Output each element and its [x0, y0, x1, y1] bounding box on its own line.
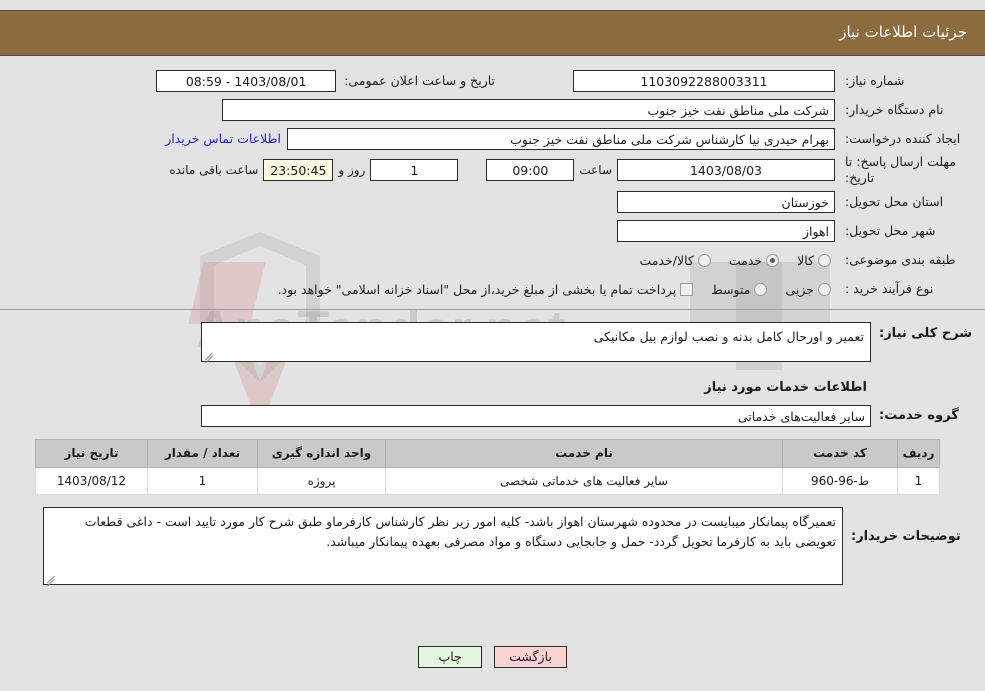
services-table-header-row: ردیف کد خدمت نام خدمت واحد اندازه گیری ت…: [35, 438, 940, 468]
cell-row-no: 1: [897, 466, 940, 495]
remaining-time-label: ساعت باقی مانده: [169, 163, 259, 178]
checkbox-islamic-treasury-bonds[interactable]: [680, 282, 694, 296]
radio-category-kala-label: کالا: [797, 252, 814, 268]
radio-category-khedmat[interactable]: [766, 253, 780, 267]
radio-category-kala-khedmat-label: کالا/خدمت: [639, 252, 694, 268]
buyer-contact-link[interactable]: اطلاعات تماس خریدار: [159, 131, 287, 146]
row-process-type: نوع فرآیند خرید : جزیی متوسط پرداخت تمام…: [0, 276, 985, 303]
row-deadline: مهلت ارسال پاسخ: تا تاریخ: ساعت روز و سا…: [0, 154, 985, 187]
cell-unit: پروژه: [257, 466, 386, 495]
announce-datetime-label: تاریخ و ساعت اعلان عمومی:: [344, 72, 495, 88]
services-table-body: 1 ط-96-960 سایر فعالیت های خدماتی شخصی پ…: [35, 466, 940, 495]
buyer-org-field[interactable]: [222, 98, 835, 121]
announce-datetime-field[interactable]: [156, 69, 337, 92]
city-label: شهر محل تحویل:: [845, 223, 936, 239]
table-row[interactable]: 1 ط-96-960 سایر فعالیت های خدماتی شخصی پ…: [35, 466, 940, 495]
radio-process-jozyi-label: جزیی: [785, 281, 814, 297]
radio-process-motevaset-label: متوسط: [711, 281, 751, 297]
print-button[interactable]: چاپ: [418, 646, 483, 668]
city-field[interactable]: [617, 220, 835, 242]
general-description-textarea[interactable]: تعمیر و اورحال کامل بدنه و نصب لوازم بیل…: [201, 321, 871, 362]
requester-label: ایجاد کننده درخواست:: [845, 130, 961, 146]
countdown-timer-field[interactable]: [263, 159, 334, 182]
province-label: استان محل تحویل:: [845, 194, 944, 210]
cell-service-name: سایر فعالیت های خدماتی شخصی: [385, 466, 783, 495]
islamic-treasury-bonds-text: پرداخت تمام یا بخشی از مبلغ خرید،از محل …: [277, 281, 677, 297]
col-row-no: ردیف: [897, 438, 940, 468]
buyer-notes-section: توضیحات خریدار: تعمیرگاه پیمانکار میبایس…: [0, 495, 985, 589]
buyer-notes-textarea[interactable]: تعمیرگاه پیمانکار میبایست در محدوده شهرس…: [43, 506, 843, 585]
row-buyer-org: نام دستگاه خریدار:: [0, 96, 985, 123]
services-section-heading: اطلاعات خدمات مورد نیاز: [704, 379, 867, 395]
radio-category-khedmat-label: خدمت: [728, 252, 763, 268]
services-table: ردیف کد خدمت نام خدمت واحد اندازه گیری ت…: [35, 438, 940, 495]
radio-category-kala[interactable]: [818, 253, 831, 267]
process-label: نوع فرآیند خرید :: [845, 281, 934, 297]
buyer-notes-label: توضیحات خریدار:: [851, 528, 961, 544]
buyer-org-label: نام دستگاه خریدار:: [845, 101, 944, 117]
row-province: استان محل تحویل:: [0, 189, 985, 216]
col-need-date: تاریخ نیاز: [35, 438, 148, 468]
details-panel-body: شماره نیاز: تاریخ و ساعت اعلان عمومی: نا…: [0, 57, 985, 589]
col-quantity: تعداد / مقدار: [147, 438, 258, 468]
need-number-label: شماره نیاز:: [845, 72, 905, 88]
details-panel: شماره نیاز: تاریخ و ساعت اعلان عمومی: نا…: [0, 57, 985, 589]
col-service-code: کد خدمت: [782, 438, 898, 468]
row-need-number: شماره نیاز: تاریخ و ساعت اعلان عمومی:: [0, 67, 985, 94]
services-table-head: ردیف کد خدمت نام خدمت واحد اندازه گیری ت…: [35, 438, 940, 468]
radio-category-kala-khedmat[interactable]: [697, 253, 711, 267]
cell-service-code: ط-96-960: [782, 466, 898, 495]
footer-button-row: بازگشت چاپ: [0, 646, 985, 668]
row-requester: ایجاد کننده درخواست: اطلاعات تماس خریدار: [0, 125, 985, 152]
service-group-field[interactable]: [201, 404, 871, 427]
remaining-days-field[interactable]: [370, 159, 459, 182]
service-group-label: گروه خدمت:: [879, 408, 959, 423]
col-service-name: نام خدمت: [385, 438, 783, 468]
page-title: جزئیات اطلاعات نیاز: [839, 23, 967, 41]
requester-field[interactable]: [287, 127, 835, 150]
category-label: طبقه بندی موضوعی:: [845, 252, 956, 268]
radio-process-jozyi[interactable]: [818, 282, 831, 296]
row-city: شهر محل تحویل:: [0, 218, 985, 245]
deadline-hour-label: ساعت: [579, 163, 612, 178]
description-label: شرح کلی نیاز:: [879, 325, 973, 341]
radio-process-motevaset[interactable]: [754, 282, 768, 296]
services-table-wrap: ردیف کد خدمت نام خدمت واحد اندازه گیری ت…: [35, 438, 940, 495]
col-unit: واحد اندازه گیری: [257, 438, 386, 468]
province-field[interactable]: [617, 191, 835, 213]
page-root: AnaTender.net جزئیات اطلاعات نیاز شماره …: [0, 0, 985, 691]
page-title-bar: جزئیات اطلاعات نیاز: [0, 10, 985, 56]
need-number-field[interactable]: [573, 69, 835, 92]
deadline-date-field[interactable]: [617, 159, 835, 182]
row-category: طبقه بندی موضوعی: کالا خدمت کالا/خدمت: [0, 247, 985, 274]
cell-quantity: 1: [147, 466, 258, 495]
remaining-days-label: روز و: [338, 163, 366, 178]
back-button[interactable]: بازگشت: [494, 646, 567, 668]
deadline-hour-field[interactable]: [486, 159, 575, 182]
description-section: شرح کلی نیاز: تعمیر و اورحال کامل بدنه و…: [0, 310, 985, 427]
cell-need-date: 1403/08/12: [35, 466, 148, 495]
deadline-label: مهلت ارسال پاسخ: تا تاریخ:: [845, 154, 956, 186]
